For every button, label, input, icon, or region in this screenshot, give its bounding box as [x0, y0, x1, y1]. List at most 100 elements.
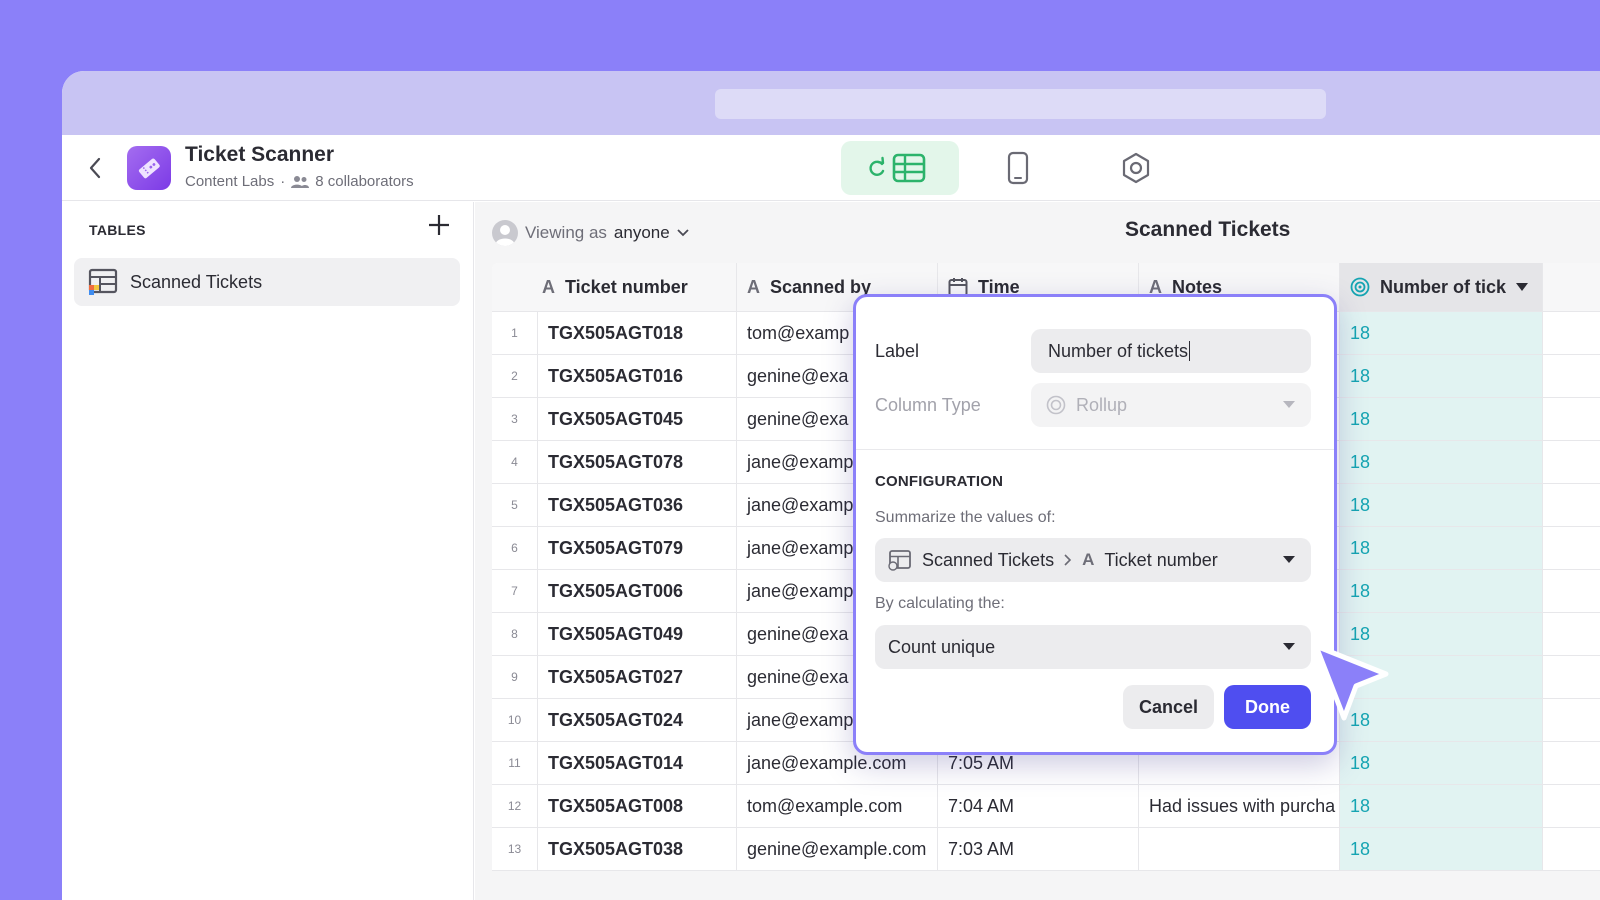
chevron-down-icon	[1283, 556, 1295, 563]
cancel-button[interactable]: Cancel	[1123, 685, 1214, 729]
table-icon	[888, 550, 911, 571]
table-refresh-icon	[869, 153, 926, 183]
summarize-table: Scanned Tickets	[922, 549, 1055, 570]
app-window: Ticket Scanner Content Labs · 8 collabor…	[62, 71, 1600, 900]
column-header-number-of-tickets[interactable]: Number of tick	[1340, 263, 1543, 311]
rollup-icon	[1046, 395, 1066, 415]
column-type-select: Rollup	[1031, 383, 1311, 427]
label-field-label: Label	[875, 341, 920, 361]
tables-heading: TABLES	[89, 222, 146, 238]
collaborators-count[interactable]: 8 collaborators	[315, 173, 413, 190]
number-of-tickets-cell[interactable]: 18	[1340, 441, 1543, 483]
sidebar-item-label: Scanned Tickets	[130, 271, 263, 292]
add-table-icon[interactable]	[428, 214, 450, 236]
row-index: 6	[492, 527, 538, 569]
ticket-number-cell[interactable]: TGX505AGT006	[538, 570, 737, 612]
back-icon[interactable]	[84, 155, 106, 181]
ticket-number-cell[interactable]: TGX505AGT038	[538, 828, 737, 870]
avatar	[492, 220, 518, 246]
row-index: 5	[492, 484, 538, 526]
ticket-number-cell[interactable]: TGX505AGT079	[538, 527, 737, 569]
column-label: Scanned by	[770, 276, 872, 297]
divider	[856, 449, 1334, 450]
column-config-popover: Label Number of tickets Column Type Roll…	[853, 294, 1337, 755]
configuration-heading: CONFIGURATION	[875, 473, 1004, 490]
chevron-down-icon	[1283, 401, 1295, 408]
summarize-select[interactable]: Scanned Tickets A Ticket number	[875, 538, 1311, 582]
pointer-cursor-icon	[1313, 643, 1389, 721]
address-bar[interactable]	[715, 89, 1326, 119]
number-of-tickets-cell[interactable]: 18	[1340, 785, 1543, 827]
row-index: 4	[492, 441, 538, 483]
notes-cell[interactable]	[1139, 828, 1340, 870]
page-title: Scanned Tickets	[1125, 218, 1291, 241]
ticket-app-icon	[127, 146, 171, 190]
row-index: 8	[492, 613, 538, 655]
row-index: 12	[492, 785, 538, 827]
browser-chrome	[62, 71, 1600, 135]
people-icon	[291, 175, 310, 188]
summarize-column: Ticket number	[1104, 549, 1218, 570]
label-input-value: Number of tickets	[1048, 340, 1189, 361]
app-subtitle: Content Labs · 8 collaborators	[185, 173, 414, 190]
ticket-number-cell[interactable]: TGX505AGT049	[538, 613, 737, 655]
workspace-name: Content Labs	[185, 173, 275, 190]
ticket-number-cell[interactable]: TGX505AGT018	[538, 312, 737, 354]
column-label: Number of tick	[1380, 276, 1507, 297]
text-column-icon: A	[1082, 550, 1095, 569]
scanned-by-cell[interactable]: genine@example.com	[737, 828, 938, 870]
sidebar-item-scanned-tickets[interactable]: Scanned Tickets	[74, 258, 460, 306]
ticket-number-cell[interactable]: TGX505AGT078	[538, 441, 737, 483]
time-cell[interactable]: 7:04 AM	[938, 785, 1139, 827]
viewing-as-selector[interactable]: Viewing as anyone	[492, 220, 689, 246]
tab-layout[interactable]	[959, 141, 1077, 195]
tab-settings[interactable]	[1077, 141, 1195, 195]
row-index: 13	[492, 828, 538, 870]
ticket-number-cell[interactable]: TGX505AGT024	[538, 699, 737, 741]
number-of-tickets-cell[interactable]: 18	[1340, 355, 1543, 397]
row-index: 9	[492, 656, 538, 698]
ticket-number-cell[interactable]: TGX505AGT036	[538, 484, 737, 526]
table-row[interactable]: 12 TGX505AGT008 tom@example.com 7:04 AM Had …	[492, 785, 1600, 828]
label-input[interactable]: Number of tickets	[1031, 329, 1311, 373]
calculation-select[interactable]: Count unique	[875, 625, 1311, 669]
app-title: Ticket Scanner	[185, 143, 335, 166]
table-row[interactable]: 13 TGX505AGT038 genine@example.com 7:03 AM 1…	[492, 828, 1600, 871]
sidebar: TABLES Scanned Tickets	[62, 202, 474, 900]
app-header: Ticket Scanner Content Labs · 8 collabor…	[62, 135, 1600, 201]
number-of-tickets-cell[interactable]: 18	[1340, 570, 1543, 612]
caret-down-icon[interactable]	[1516, 283, 1529, 291]
number-of-tickets-cell[interactable]: 18	[1340, 828, 1543, 870]
table-icon	[88, 268, 118, 295]
tab-data[interactable]	[841, 141, 959, 195]
number-of-tickets-cell[interactable]: 18	[1340, 742, 1543, 784]
viewing-user: anyone	[613, 223, 670, 242]
done-button[interactable]: Done	[1224, 685, 1311, 729]
calculation-value: Count unique	[888, 636, 996, 657]
ticket-number-cell[interactable]: TGX505AGT008	[538, 785, 737, 827]
row-index: 3	[492, 398, 538, 440]
row-index: 7	[492, 570, 538, 612]
row-index: 2	[492, 355, 538, 397]
column-header-ticket-number[interactable]: A Ticket number	[492, 263, 737, 311]
ticket-number-cell[interactable]: TGX505AGT045	[538, 398, 737, 440]
notes-cell[interactable]: Had issues with purcha	[1139, 785, 1340, 827]
number-of-tickets-cell[interactable]: 18	[1340, 527, 1543, 569]
number-of-tickets-cell[interactable]: 18	[1340, 484, 1543, 526]
row-index: 10	[492, 699, 538, 741]
number-of-tickets-cell[interactable]: 18	[1340, 312, 1543, 354]
ticket-number-cell[interactable]: TGX505AGT014	[538, 742, 737, 784]
column-type-value: Rollup	[1076, 394, 1128, 415]
ticket-number-cell[interactable]: TGX505AGT016	[538, 355, 737, 397]
nav-tabs	[841, 141, 1195, 195]
mobile-icon	[1007, 151, 1029, 185]
number-of-tickets-cell[interactable]: 18	[1340, 398, 1543, 440]
column-label: Ticket number	[565, 276, 688, 297]
viewing-prefix: Viewing as	[525, 223, 607, 242]
scanned-by-cell[interactable]: tom@example.com	[737, 785, 938, 827]
rollup-icon	[1350, 277, 1370, 297]
chevron-right-icon	[1064, 554, 1072, 566]
ticket-number-cell[interactable]: TGX505AGT027	[538, 656, 737, 698]
text-column-icon: A	[542, 276, 555, 297]
time-cell[interactable]: 7:03 AM	[938, 828, 1139, 870]
